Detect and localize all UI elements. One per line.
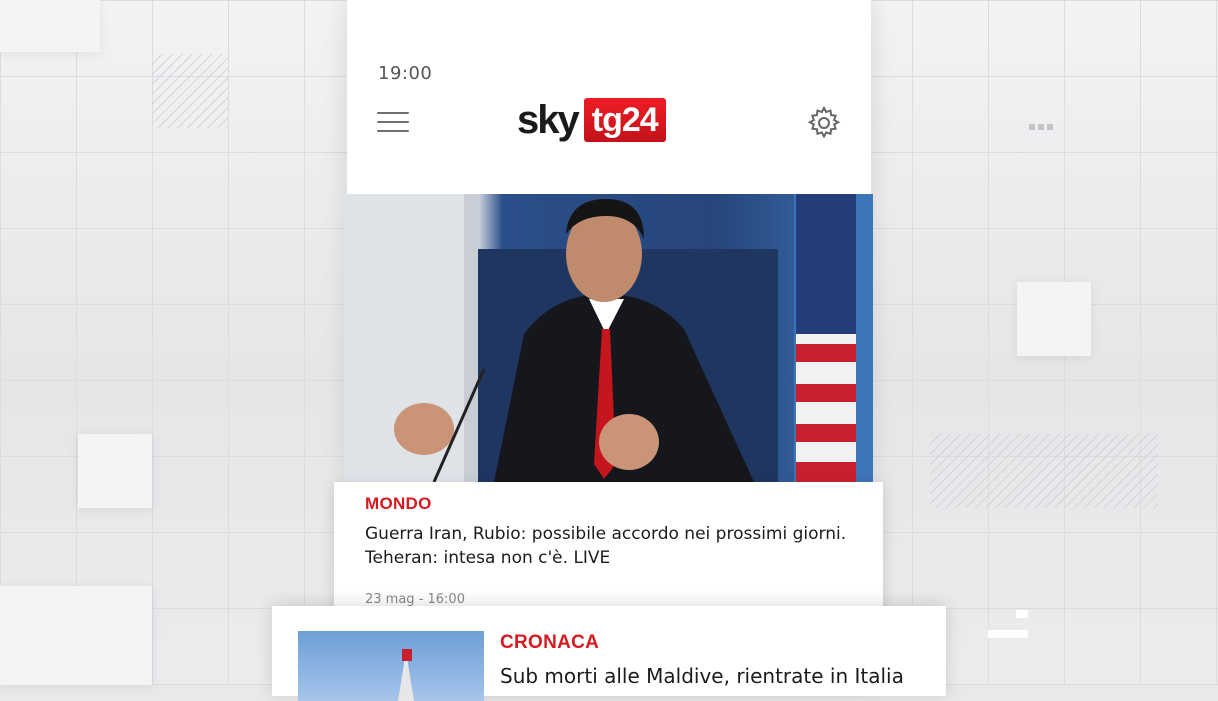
logo-sky-text: sky	[517, 98, 580, 142]
article-category[interactable]: CRONACA	[500, 632, 599, 654]
background-tile	[0, 586, 152, 685]
article-card[interactable]: CRONACA Sub morti alle Maldive, rientrat…	[272, 606, 946, 701]
background-tile	[0, 0, 100, 52]
flag-graphic	[796, 194, 856, 482]
background-tile	[78, 434, 152, 508]
article-category[interactable]: MONDO	[365, 494, 432, 514]
article-card[interactable]: MONDO Guerra Iran, Rubio: possibile acco…	[334, 482, 883, 607]
background-tile	[1017, 282, 1091, 356]
article-thumbnail[interactable]	[298, 631, 484, 701]
gear-icon[interactable]	[806, 105, 842, 141]
article-date: 23 mag - 16:00	[365, 592, 465, 607]
background-hatch	[152, 54, 228, 128]
background-hatch	[930, 434, 1158, 508]
article-headline[interactable]: Guerra Iran, Rubio: possibile accordo ne…	[365, 522, 865, 570]
article-headline[interactable]: Sub morti alle Maldive, rientrate in Ita…	[500, 664, 930, 688]
logo-tg24-badge: tg24	[583, 98, 666, 142]
status-time: 19:00	[378, 63, 433, 84]
sky-tg24-logo[interactable]: sky tg24	[517, 96, 666, 144]
article-hero-image[interactable]	[344, 194, 873, 482]
decorative-dots	[1029, 124, 1053, 130]
hamburger-menu-icon[interactable]	[377, 112, 409, 134]
